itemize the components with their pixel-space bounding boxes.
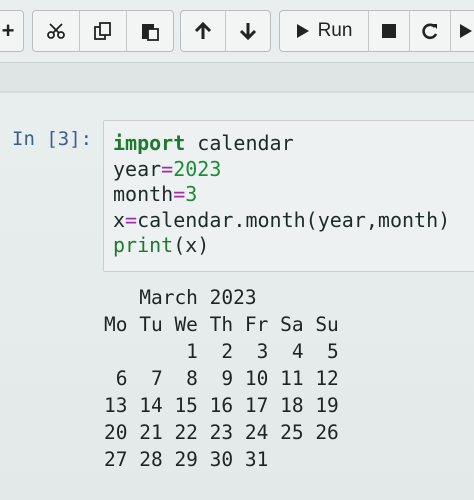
code-text: x — [113, 207, 126, 232]
cell-output: March 2023 Mo Tu We Th Fr Sa Su 1 2 3 4 5… — [104, 284, 339, 473]
stop-icon — [381, 23, 397, 39]
paste-icon — [140, 21, 160, 41]
code-builtin: print — [113, 233, 174, 257]
calendar-week-row: 6 7 8 9 10 11 12 — [104, 367, 339, 390]
toolbar-group-move — [180, 10, 271, 52]
scissors-icon — [46, 22, 66, 40]
toolbar-group-run: Run — [279, 10, 474, 52]
calendar-week-row: 13 14 15 16 17 18 19 — [104, 394, 339, 417]
toolbar-divider — [0, 62, 474, 91]
restart-button[interactable] — [410, 11, 451, 51]
code-text: calendar — [185, 131, 294, 155]
calendar-week-row: 1 2 3 4 5 — [104, 340, 339, 363]
copy-icon — [93, 21, 113, 41]
code-keyword: import — [113, 131, 186, 155]
fast-forward-icon — [459, 23, 473, 39]
cell-prompt: In [3]: — [12, 128, 93, 150]
arrow-up-icon — [194, 21, 212, 41]
insert-cell-button[interactable]: + — [0, 11, 23, 51]
paste-button[interactable] — [127, 11, 173, 51]
play-icon — [296, 23, 310, 39]
notebook-divider — [0, 91, 474, 93]
notebook-toolbar: + Run — [0, 0, 474, 62]
code-editor[interactable]: import calendar year=2023 month=3 x=cale… — [113, 131, 450, 259]
calendar-week-row: 27 28 29 30 31 — [104, 448, 269, 471]
move-up-button[interactable] — [181, 11, 226, 51]
calendar-weekdays: Mo Tu We Th Fr Sa Su — [104, 313, 339, 336]
code-text: year — [113, 156, 162, 181]
copy-button[interactable] — [80, 11, 127, 51]
code-operator: = — [125, 207, 138, 232]
interrupt-button[interactable] — [369, 11, 410, 51]
calendar-title: March 2023 — [104, 286, 257, 309]
code-number: 2023 — [173, 156, 222, 181]
code-text: month — [113, 182, 174, 206]
run-label: Run — [317, 20, 353, 41]
code-operator: = — [161, 156, 174, 181]
code-text: calendar.month(year,month) — [137, 207, 451, 232]
toolbar-group-edit — [32, 10, 174, 52]
move-down-button[interactable] — [226, 11, 270, 51]
restart-icon — [421, 22, 439, 40]
toolbar-group-insert: + — [0, 10, 24, 52]
arrow-down-icon — [239, 21, 257, 41]
cut-button[interactable] — [33, 11, 80, 51]
code-text: (x) — [173, 233, 210, 257]
code-number: 3 — [185, 182, 198, 206]
plus-icon: + — [1, 18, 15, 43]
code-operator: = — [173, 182, 186, 206]
fast-forward-button[interactable] — [451, 11, 474, 51]
calendar-week-row: 20 21 22 23 24 25 26 — [104, 421, 339, 444]
run-button[interactable]: Run — [280, 11, 369, 51]
